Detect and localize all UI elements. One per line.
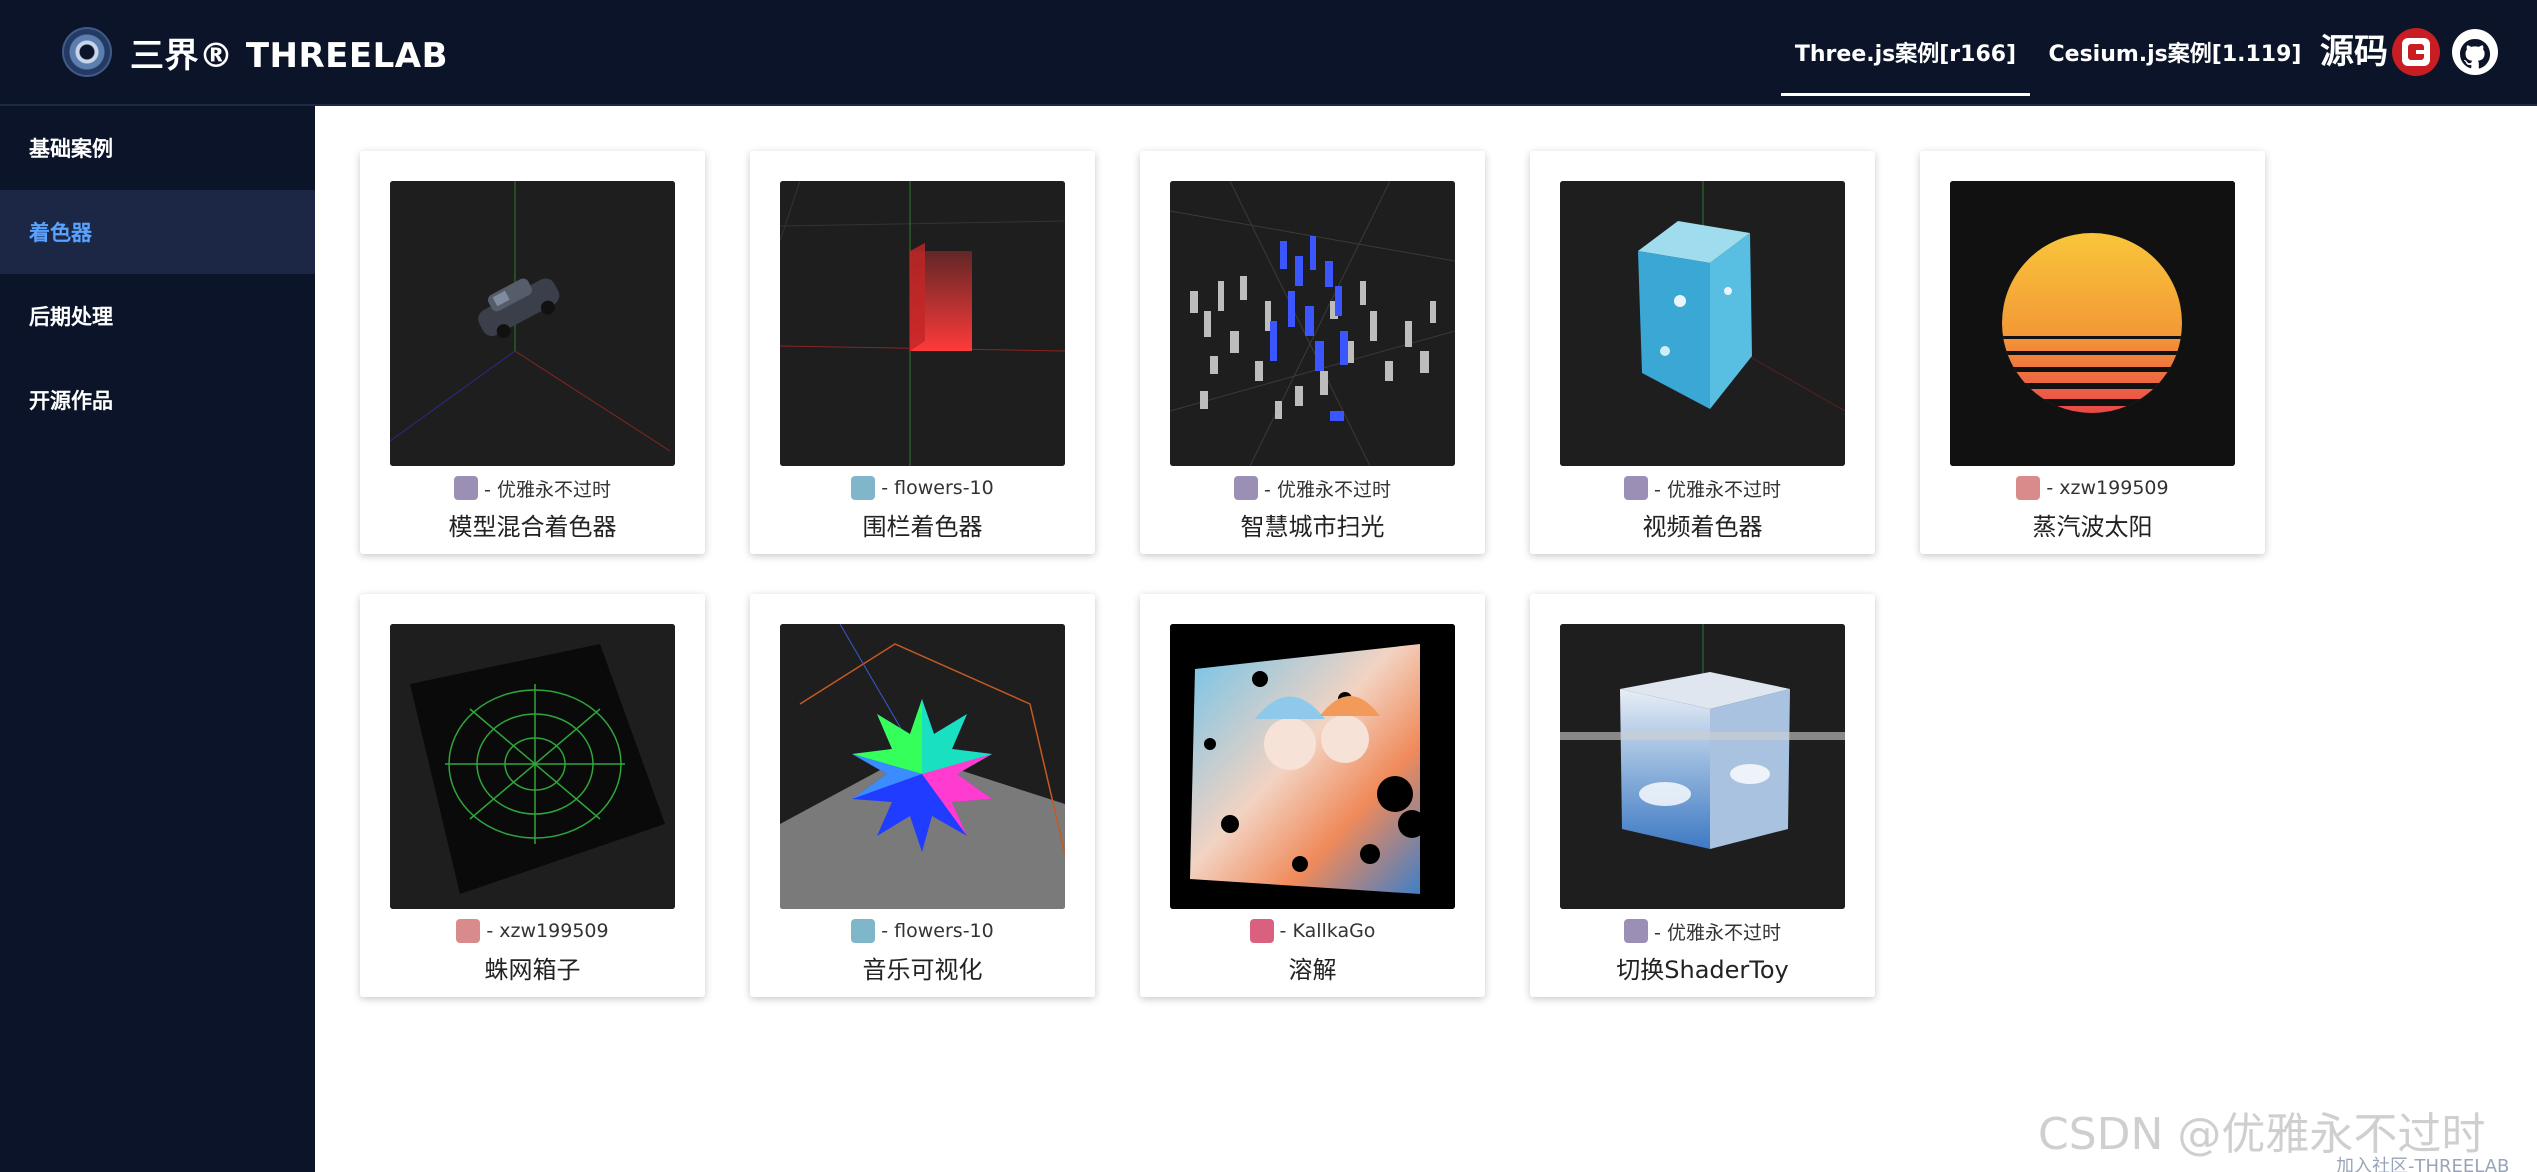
author-name[interactable]: - flowers-10 [881,920,993,942]
case-title[interactable]: 切换ShaderToy [1530,950,1875,985]
author-avatar [1249,919,1274,943]
author-row: - 优雅永不过时 [1530,473,1875,503]
case-card[interactable]: - flowers-10 音乐可视化 [750,594,1095,997]
case-thumbnail[interactable] [780,624,1065,909]
case-card[interactable]: - flowers-10 围栏着色器 [750,151,1095,554]
author-avatar [1234,476,1259,500]
case-thumbnail[interactable] [1170,181,1455,466]
case-card[interactable]: - 优雅永不过时 模型混合着色器 [360,151,705,554]
sidebar-item-shaders[interactable]: 着色器 [0,190,315,274]
gitee-icon[interactable] [2392,28,2440,76]
case-title[interactable]: 视频着色器 [1530,507,1875,542]
case-thumbnail[interactable] [1560,181,1845,466]
author-name[interactable]: - KallkaGo [1280,920,1376,942]
case-title[interactable]: 模型混合着色器 [360,507,705,542]
author-name[interactable]: - xzw199509 [2046,477,2168,499]
case-card[interactable]: - 优雅永不过时 视频着色器 [1530,151,1875,554]
case-card[interactable]: - xzw199509 蛛网箱子 [360,594,705,997]
tab-cesium-cases[interactable]: Cesium.js案例[1.119] [2040,0,2310,104]
author-avatar [456,919,481,943]
author-avatar [851,476,876,500]
author-row: - flowers-10 [750,473,1095,503]
author-name[interactable]: - xzw199509 [486,920,608,942]
brand-name: 三界® THREELAB [130,35,449,76]
case-title[interactable]: 溶解 [1140,950,1485,985]
case-thumbnail[interactable] [390,624,675,909]
author-row: - flowers-10 [750,916,1095,946]
community-link[interactable]: 加入社区-THREELAB [2336,1152,2509,1172]
case-thumbnail[interactable] [1170,624,1455,909]
case-title[interactable]: 智慧城市扫光 [1140,507,1485,542]
author-name[interactable]: - 优雅永不过时 [484,475,611,502]
author-avatar [851,919,876,943]
author-name[interactable]: - 优雅永不过时 [1654,918,1781,945]
case-title[interactable]: 蒸汽波太阳 [1920,507,2265,542]
author-avatar [454,476,479,500]
case-thumbnail[interactable] [390,181,675,466]
case-title[interactable]: 音乐可视化 [750,950,1095,985]
case-thumbnail[interactable] [780,181,1065,466]
author-row: - xzw199509 [1920,473,2265,503]
tab-threejs-cases[interactable]: Three.js案例[r166] [1781,0,2030,104]
case-card[interactable]: - KallkaGo 溶解 [1140,594,1485,997]
case-thumbnail[interactable] [1560,624,1845,909]
card-grid: - 优雅永不过时 模型混合着色器 - flowers-10 围栏着色器 - 优雅… [315,106,2537,1172]
threelab-logo-icon [62,27,112,77]
author-name[interactable]: - flowers-10 [881,477,993,499]
author-name[interactable]: - 优雅永不过时 [1264,475,1391,502]
author-row: - xzw199509 [360,916,705,946]
case-card[interactable]: - 优雅永不过时 切换ShaderToy [1530,594,1875,997]
author-row: - 优雅永不过时 [1530,916,1875,946]
sidebar-item-basic-cases[interactable]: 基础案例 [0,106,315,190]
author-row: - 优雅永不过时 [360,473,705,503]
author-avatar [2016,476,2041,500]
sidebar-item-open-source-works[interactable]: 开源作品 [0,358,315,442]
author-row: - 优雅永不过时 [1140,473,1485,503]
brand[interactable]: 三界® THREELAB [62,25,448,79]
author-avatar [1624,919,1649,943]
case-card[interactable]: - xzw199509 蒸汽波太阳 [1920,151,2265,554]
source-code-link[interactable]: 源码 [2320,30,2388,74]
case-card[interactable]: - 优雅永不过时 智慧城市扫光 [1140,151,1485,554]
top-header: 三界® THREELAB Three.js案例[r166] Cesium.js案… [0,0,2537,106]
author-name[interactable]: - 优雅永不过时 [1654,475,1781,502]
case-title[interactable]: 蛛网箱子 [360,950,705,985]
sidebar: 基础案例 着色器 后期处理 开源作品 [0,106,315,1172]
case-thumbnail[interactable] [1950,181,2235,466]
author-avatar [1624,476,1649,500]
github-icon[interactable] [2451,28,2499,76]
case-title[interactable]: 围栏着色器 [750,507,1095,542]
sidebar-item-post-processing[interactable]: 后期处理 [0,274,315,358]
author-row: - KallkaGo [1140,916,1485,946]
